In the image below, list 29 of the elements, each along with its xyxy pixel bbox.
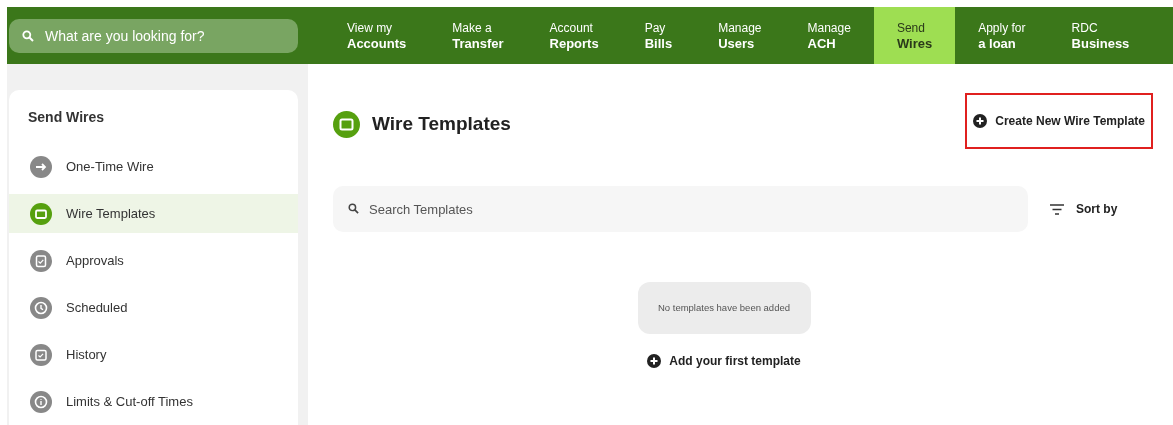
add-template-link[interactable]: Add your first template	[647, 352, 801, 370]
nav-tab[interactable]: Pay Bills	[621, 7, 696, 64]
plus-icon	[973, 114, 988, 128]
nav-tab[interactable]: Manage Users	[695, 7, 785, 64]
sidebar-title: Send Wires	[28, 108, 105, 127]
nav-tab[interactable]: Make a Transfer	[429, 7, 527, 64]
clipboard-icon	[30, 249, 52, 272]
nav-tab[interactable]: Manage ACH	[784, 7, 874, 64]
search-field[interactable]: What are you looking for?	[9, 18, 298, 53]
empty-message: No templates have been added	[637, 282, 811, 334]
page-title: Wire Templates	[372, 111, 511, 136]
plus-icon	[647, 354, 662, 368]
search-field[interactable]: Search Templates	[333, 186, 1028, 232]
sort-button[interactable]: Sort by	[1050, 200, 1118, 218]
nav-tab[interactable]: Send Wires	[873, 7, 956, 64]
clock-icon	[30, 296, 52, 319]
nav-tab[interactable]: RDC Business	[1048, 7, 1153, 64]
search-icon	[22, 29, 34, 42]
folder-icon	[333, 110, 360, 138]
filter-icon	[1050, 203, 1064, 215]
nav-tab[interactable]: View my Accounts	[324, 7, 430, 64]
nav-tab[interactable]: Account Reports	[526, 7, 622, 64]
create-template-button[interactable]: Create New Wire Template	[965, 93, 1153, 149]
nav-tab[interactable]: Apply for a loan	[955, 7, 1049, 64]
folder-icon	[30, 202, 52, 225]
search-icon	[348, 203, 359, 214]
info-icon	[30, 390, 52, 413]
calendar-icon	[30, 343, 52, 366]
sidebar-item[interactable]: Wire Templates	[9, 194, 298, 233]
